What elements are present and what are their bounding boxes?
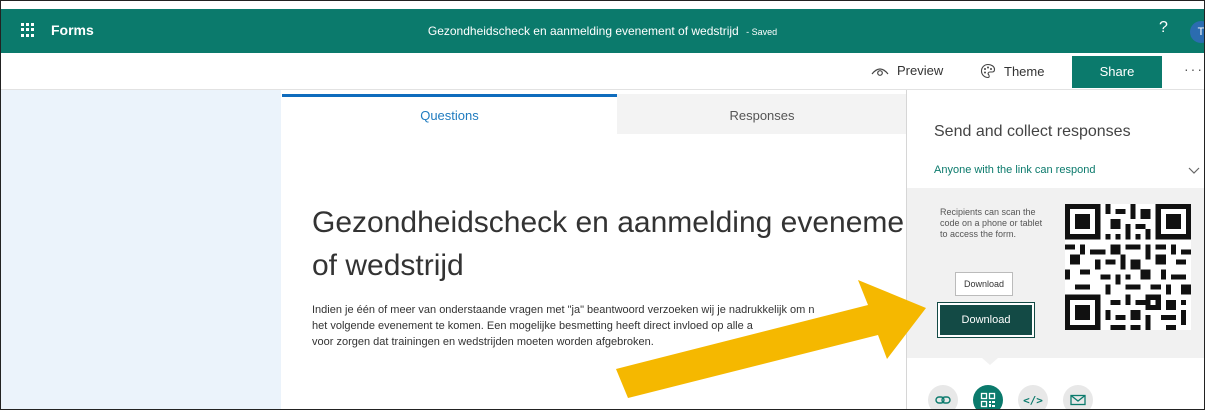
form-title-line-2: of wedstrijd	[312, 249, 464, 282]
theme-label: Theme	[1004, 63, 1045, 79]
share-panel: Send and collect responses Anyone with t…	[906, 90, 1204, 409]
download-qr-button[interactable]: Download	[937, 302, 1035, 338]
palette-icon	[980, 63, 996, 79]
editor-tabs: Questions Responses	[282, 94, 907, 134]
eye-icon	[871, 67, 889, 76]
download-qr-button-small[interactable]: Download	[955, 272, 1013, 296]
qr-code-icon	[980, 392, 996, 408]
form-description-line-3: voor zorgen dat trainingen en wedstrijde…	[312, 336, 654, 348]
tab-questions[interactable]: Questions	[282, 94, 617, 137]
form-editor-card: Questions Responses Gezondheidscheck en …	[282, 94, 929, 409]
link-icon	[935, 396, 951, 404]
form-description[interactable]: Indien je één of meer van onderstaande v…	[312, 302, 912, 350]
form-title-line-1: Gezondheidscheck en aanmelding evenement	[312, 206, 930, 239]
help-button[interactable]: ?	[1159, 19, 1168, 37]
share-button[interactable]: Share	[1072, 56, 1162, 88]
command-bar: Preview Theme Share ···	[1, 53, 1204, 90]
link-scope-dropdown[interactable]: Anyone with the link can respond	[934, 164, 1095, 176]
app-header: Forms Gezondheidscheck en aanmelding eve…	[1, 9, 1204, 53]
preview-label: Preview	[897, 63, 944, 78]
share-qr-button[interactable]	[973, 385, 1003, 409]
qr-code-image	[1065, 204, 1191, 330]
form-title[interactable]: Gezondheidscheck en aanmelding evenement…	[312, 201, 930, 287]
share-panel-title: Send and collect responses	[934, 123, 1131, 140]
embed-icon: </>	[1023, 393, 1043, 407]
theme-button[interactable]: Theme	[980, 63, 1044, 79]
form-description-line-1: Indien je één of meer van onderstaande v…	[312, 304, 815, 316]
selected-method-pointer	[982, 358, 998, 365]
tab-responses[interactable]: Responses	[617, 94, 907, 134]
preview-button[interactable]: Preview	[871, 63, 943, 78]
email-icon	[1070, 394, 1086, 406]
forms-window: Forms Gezondheidscheck en aanmelding eve…	[0, 0, 1205, 410]
share-link-button[interactable]	[928, 385, 958, 409]
more-options-button[interactable]: ···	[1184, 61, 1204, 77]
save-status: - Saved	[746, 27, 778, 37]
form-description-line-2: het volgende evenement te komen. Een mog…	[312, 320, 753, 332]
canvas-background-left	[1, 90, 281, 409]
share-embed-button[interactable]: </>	[1018, 385, 1048, 409]
avatar[interactable]: T	[1190, 21, 1204, 43]
document-title: Gezondheidscheck en aanmelding evenement…	[427, 24, 739, 38]
document-title-bar: Gezondheidscheck en aanmelding evenement…	[1, 24, 1204, 38]
qr-instructions: Recipients can scan the code on a phone …	[940, 207, 1043, 239]
share-email-button[interactable]	[1063, 385, 1093, 409]
chevron-down-icon[interactable]	[1188, 164, 1200, 176]
qr-code-section: Recipients can scan the code on a phone …	[907, 188, 1204, 358]
